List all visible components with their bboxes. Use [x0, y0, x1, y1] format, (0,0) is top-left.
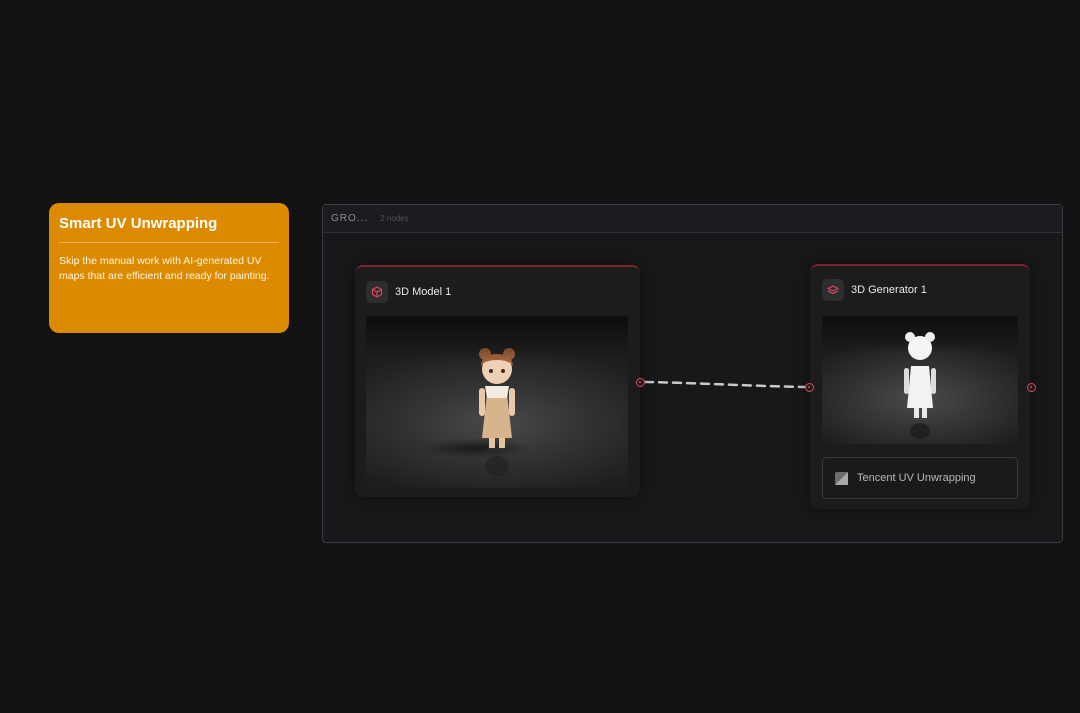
generator-viewport[interactable] — [822, 316, 1018, 444]
node-header: 3D Generator 1 — [822, 278, 927, 302]
info-note[interactable]: Smart UV Unwrapping Skip the manual work… — [49, 203, 289, 333]
group-header[interactable]: GRO... 2 nodes — [323, 205, 1062, 233]
group-node-count: 2 nodes — [380, 214, 409, 223]
cube-icon — [366, 281, 388, 303]
node-title: 3D Model 1 — [395, 286, 452, 298]
note-title: Smart UV Unwrapping — [59, 215, 218, 232]
input-port[interactable] — [805, 383, 814, 392]
node-3d-generator[interactable]: 3D Generator 1 Tencent UV Unwrapping — [810, 264, 1030, 509]
tencent-logo-icon — [835, 471, 848, 485]
node-title: 3D Generator 1 — [851, 284, 927, 296]
model-selector-label: Tencent UV Unwrapping — [857, 472, 976, 484]
group-title: GRO... — [331, 213, 369, 224]
note-body: Skip the manual work with AI-generated U… — [59, 255, 270, 282]
node-header: 3D Model 1 — [366, 280, 451, 304]
uv-preview-image — [822, 316, 1018, 439]
node-3d-model[interactable]: 3D Model 1 — [355, 265, 640, 497]
layers-icon — [822, 279, 844, 301]
model-selector[interactable]: Tencent UV Unwrapping — [822, 457, 1018, 499]
output-port[interactable] — [636, 378, 645, 387]
model-viewport[interactable] — [366, 316, 628, 488]
output-port[interactable] — [1027, 383, 1036, 392]
note-divider — [59, 242, 279, 243]
